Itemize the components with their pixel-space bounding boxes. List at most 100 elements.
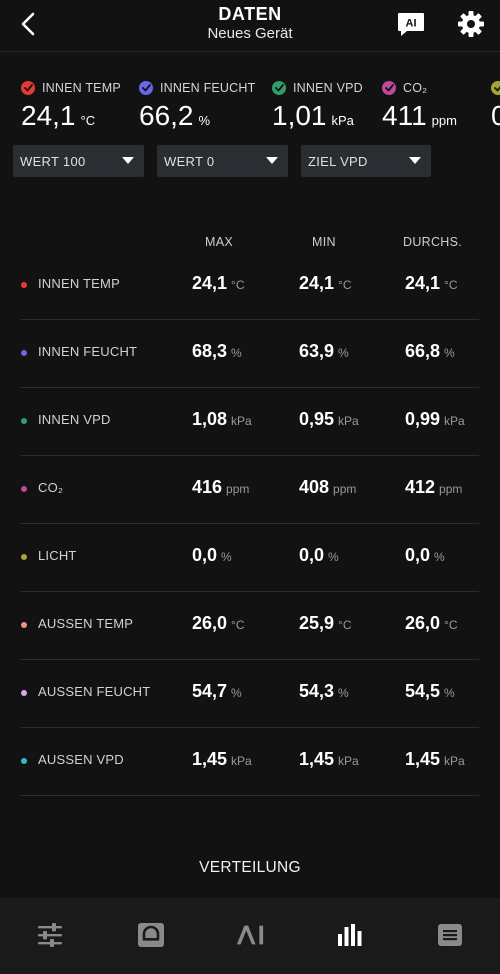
row-label: LICHT: [38, 548, 77, 563]
device-name: Neues Gerät: [207, 25, 293, 42]
sensor-label: INNEN VPD: [293, 81, 363, 95]
cell-avg: 0,0%: [405, 545, 445, 566]
check-icon[interactable]: [139, 81, 153, 95]
sensor-strip[interactable]: INNEN TEMP 24,1 °C INNEN FEUCHT 66,2% INN…: [0, 78, 500, 138]
dropdown-value: WERT 100: [20, 153, 86, 169]
cell-unit: %: [444, 686, 455, 700]
cell-value: 412: [405, 477, 436, 497]
caret-down-icon: [266, 157, 278, 164]
bar-chart-icon: [338, 924, 362, 946]
cell-min: 63,9%: [299, 341, 349, 362]
cell-value: 416: [192, 477, 223, 497]
distribution-heading: VERTEILUNG: [199, 859, 301, 876]
cell-value: 1,45: [405, 749, 441, 769]
column-header-min: MIN: [312, 235, 336, 249]
sensor-label: CO₂: [403, 81, 428, 95]
check-icon[interactable]: [21, 81, 35, 95]
nav-statistics[interactable]: [335, 920, 365, 950]
dropdown-wert-0[interactable]: WERT 0: [157, 145, 288, 177]
sensor-licht-partial[interactable]: 0: [491, 78, 500, 132]
caret-down-icon: [409, 157, 421, 164]
cell-unit: kPa: [338, 414, 359, 428]
cell-unit: kPa: [231, 754, 252, 768]
table-row: INNEN TEMP 24,1 °C 24,1 °C 24,1 °C: [21, 252, 479, 320]
cell-min: 24,1 °C: [299, 273, 352, 294]
cell-unit: ppm: [226, 482, 250, 496]
sensor-innen-temp[interactable]: INNEN TEMP 24,1 °C: [21, 78, 121, 132]
nav-device[interactable]: [136, 920, 166, 950]
sensor-unit: %: [198, 113, 211, 128]
log-icon: [438, 924, 462, 946]
sensor-innen-vpd[interactable]: INNEN VPD 1,01 kPa: [272, 78, 363, 132]
sensor-value: 24,1: [21, 100, 76, 131]
series-color-dot: [21, 690, 27, 696]
page-title: DATEN: [218, 4, 282, 24]
check-icon[interactable]: [382, 81, 396, 95]
cell-unit: %: [231, 686, 242, 700]
cell-avg: 54,5%: [405, 681, 455, 702]
ai-icon: [236, 925, 264, 945]
sensor-unit: ppm: [431, 113, 457, 128]
cell-max: 24,1 °C: [192, 273, 245, 294]
cell-unit: °C: [444, 278, 458, 292]
cell-avg: 0,99 kPa: [405, 409, 465, 430]
cell-unit: kPa: [444, 754, 465, 768]
cell-value: 1,45: [299, 749, 335, 769]
cell-value: 25,9: [299, 613, 335, 633]
cell-value: 0,0: [192, 545, 218, 565]
cell-avg: 412 ppm: [405, 477, 462, 498]
cell-value: 1,45: [192, 749, 228, 769]
sensor-value: 0: [491, 100, 500, 131]
device-icon: [138, 923, 164, 947]
nav-log[interactable]: [435, 920, 465, 950]
table-row: INNEN FEUCHT 68,3% 63,9% 66,8%: [21, 320, 479, 388]
series-color-dot: [21, 758, 27, 764]
cell-value: 0,0: [299, 545, 325, 565]
back-button[interactable]: [14, 10, 42, 38]
cell-min: 408 ppm: [299, 477, 356, 498]
sensor-co2[interactable]: CO₂ 411 ppm: [382, 78, 457, 132]
cell-unit: %: [338, 346, 349, 360]
ai-chat-icon: AI: [398, 13, 424, 36]
cell-min: 1,45 kPa: [299, 749, 359, 770]
check-icon[interactable]: [491, 81, 500, 95]
series-color-dot: [21, 622, 27, 628]
row-label: AUSSEN VPD: [38, 752, 124, 767]
sensor-unit: kPa: [331, 113, 354, 128]
cell-max: 26,0 °C: [192, 613, 245, 634]
cell-value: 1,08: [192, 409, 228, 429]
settings-button[interactable]: [456, 9, 486, 39]
top-bar: DATEN Neues Gerät AI: [0, 0, 500, 52]
check-icon[interactable]: [272, 81, 286, 95]
sensor-label: INNEN TEMP: [42, 81, 121, 95]
dropdown-ziel-vpd[interactable]: ZIEL VPD: [301, 145, 431, 177]
sensor-value: 411: [382, 100, 427, 131]
dropdown-value: ZIEL VPD: [308, 153, 368, 169]
series-color-dot: [21, 554, 27, 560]
column-header-max: MAX: [205, 235, 233, 249]
cell-value: 54,5: [405, 681, 441, 701]
cell-value: 68,3: [192, 341, 228, 361]
sensor-innen-feucht[interactable]: INNEN FEUCHT 66,2%: [139, 78, 255, 132]
cell-max: 1,08 kPa: [192, 409, 252, 430]
dropdown-wert-100[interactable]: WERT 100: [13, 145, 144, 177]
cell-min: 0,0%: [299, 545, 339, 566]
ai-button[interactable]: AI: [396, 11, 426, 37]
cell-value: 408: [299, 477, 330, 497]
nav-controls[interactable]: [35, 920, 65, 950]
nav-ai[interactable]: [235, 920, 265, 950]
row-label: AUSSEN FEUCHT: [38, 684, 151, 699]
cell-avg: 24,1 °C: [405, 273, 458, 294]
cell-value: 0,99: [405, 409, 441, 429]
cell-value: 66,8: [405, 341, 441, 361]
cell-max: 1,45 kPa: [192, 749, 252, 770]
cell-unit: %: [328, 550, 339, 564]
column-header-avg: DURCHS.: [403, 235, 463, 249]
row-label: INNEN TEMP: [38, 276, 120, 291]
cell-max: 0,0%: [192, 545, 232, 566]
cell-unit: %: [434, 550, 445, 564]
cell-value: 26,0: [405, 613, 441, 633]
cell-max: 416 ppm: [192, 477, 249, 498]
cell-value: 24,1: [192, 273, 228, 293]
cell-min: 25,9 °C: [299, 613, 352, 634]
